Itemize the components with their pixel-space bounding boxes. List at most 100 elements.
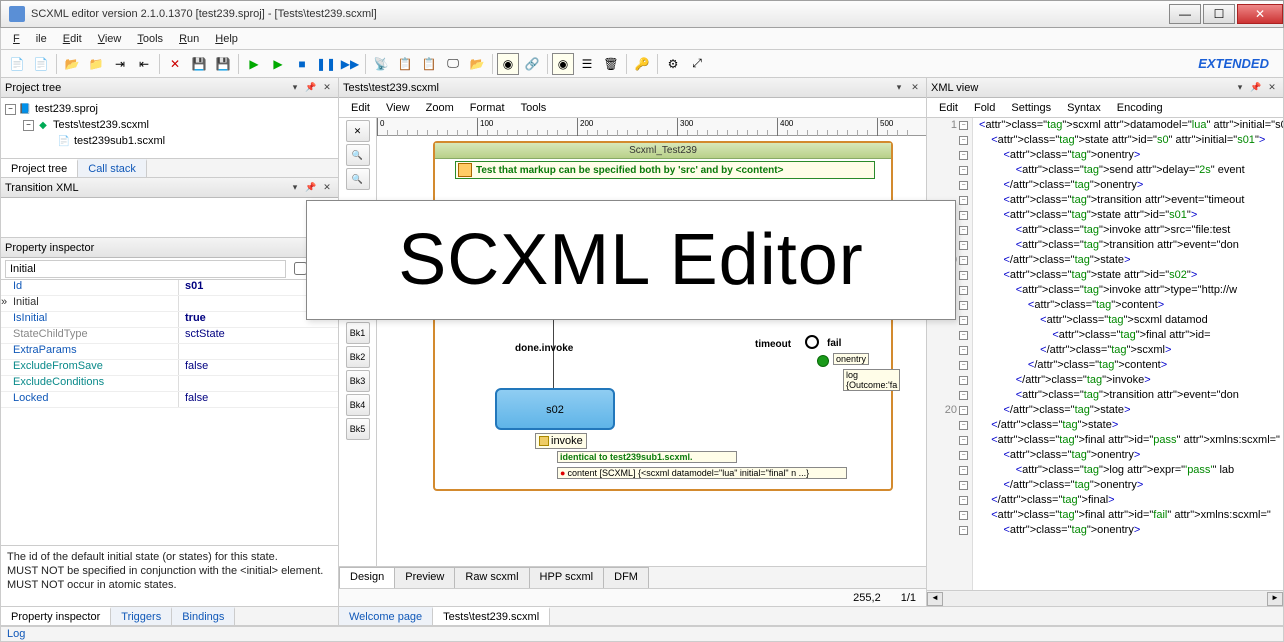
tab-preview[interactable]: Preview (394, 567, 455, 588)
prop-key-isinitial[interactable]: IsInitial (1, 312, 179, 327)
property-filter-input[interactable] (5, 260, 286, 278)
step-icon[interactable]: ▶▶ (339, 53, 361, 75)
test-description-note[interactable]: Test that markup can be specified both b… (455, 161, 875, 179)
paste-icon[interactable]: 📋 (418, 53, 440, 75)
dmenu-zoom[interactable]: Zoom (418, 100, 462, 116)
xml-code-body[interactable]: <attr">class="tag">scxml attr">datamodel… (973, 118, 1283, 590)
panel-close-icon[interactable]: ✕ (1265, 81, 1279, 95)
bookmark-3[interactable]: Bk3 (346, 370, 370, 392)
bookmark-1[interactable]: Bk1 (346, 322, 370, 344)
new-project-icon[interactable]: 📄 (6, 53, 28, 75)
prop-key-id[interactable]: Id (1, 280, 179, 295)
transition-xml-body[interactable] (1, 198, 338, 238)
scroll-right-icon[interactable]: ► (1267, 592, 1283, 606)
prop-val-extra[interactable] (179, 344, 338, 359)
filter-checkbox[interactable] (294, 262, 307, 275)
annot-identical[interactable]: identical to test239sub1.scxml. (557, 451, 737, 463)
menu-tools[interactable]: Tools (129, 31, 171, 47)
prop-key-locked[interactable]: Locked (1, 392, 179, 407)
panel-dropdown-icon[interactable]: ▾ (288, 181, 302, 195)
xmenu-fold[interactable]: Fold (966, 100, 1003, 116)
prop-key-initial[interactable]: Initial (1, 296, 179, 311)
tab-call-stack[interactable]: Call stack (78, 159, 147, 177)
prop-key-excond[interactable]: ExcludeConditions (1, 376, 179, 391)
tab-welcome[interactable]: Welcome page (339, 607, 433, 625)
export-icon[interactable]: ⇤ (133, 53, 155, 75)
close-x-icon[interactable]: ✕ (346, 120, 370, 142)
panel-dropdown-icon[interactable]: ▾ (892, 81, 906, 95)
xmenu-encoding[interactable]: Encoding (1109, 100, 1171, 116)
tree-item[interactable]: Tests\test239.scxml (53, 119, 149, 131)
prop-val-sct[interactable]: sctState (179, 328, 338, 343)
dmenu-edit[interactable]: Edit (343, 100, 378, 116)
tab-dfm[interactable]: DFM (603, 567, 649, 588)
state-s02[interactable]: s02 (495, 388, 615, 430)
menu-view[interactable]: View (90, 31, 130, 47)
maximize-button[interactable]: ☐ (1203, 4, 1235, 24)
panel-pin-icon[interactable]: 📌 (1249, 81, 1263, 95)
property-grid[interactable]: Ids01 Initial IsInitialtrue StateChildTy… (1, 280, 338, 546)
expand-icon[interactable]: ⤢ (686, 53, 708, 75)
prop-val-exsave[interactable]: false (179, 360, 338, 375)
prop-val-excond[interactable] (179, 376, 338, 391)
open-icon[interactable]: 📂 (61, 53, 83, 75)
antenna-icon[interactable]: 📡 (370, 53, 392, 75)
xmenu-settings[interactable]: Settings (1003, 100, 1059, 116)
project-tree[interactable]: −📘test239.sproj −◆Tests\test239.scxml 📄t… (1, 98, 338, 158)
panel-pin-icon[interactable]: 📌 (304, 81, 318, 95)
annot-onentry[interactable]: onentry (833, 353, 869, 365)
xml-editor[interactable]: 1−−−−−−−−−10−−−−−−−−−−20−−−−−−−−− <attr"… (927, 118, 1283, 590)
trash-icon[interactable]: 🗑 (600, 53, 622, 75)
tree-item[interactable]: test239sub1.scxml (74, 135, 165, 147)
search2-icon[interactable]: 🔍 (346, 168, 370, 190)
tab-property-inspector[interactable]: Property inspector (1, 607, 111, 625)
search-icon[interactable]: 🔍 (346, 144, 370, 166)
panel-close-icon[interactable]: ✕ (320, 181, 334, 195)
tree-root[interactable]: test239.sproj (35, 103, 98, 115)
pause-icon[interactable]: ❚❚ (315, 53, 337, 75)
menu-edit[interactable]: Edit (55, 31, 90, 47)
tab-current-file[interactable]: Tests\test239.scxml (433, 607, 550, 625)
fail-final-state[interactable] (805, 335, 819, 349)
xmenu-syntax[interactable]: Syntax (1059, 100, 1109, 116)
menu-help[interactable]: Help (207, 31, 246, 47)
tab-project-tree[interactable]: Project tree (1, 159, 78, 177)
tab-triggers[interactable]: Triggers (111, 607, 172, 625)
center-icon[interactable]: ◉ (497, 53, 519, 75)
import-icon[interactable]: ⇥ (109, 53, 131, 75)
prop-key-sct[interactable]: StateChildType (1, 328, 179, 343)
annot-log[interactable]: log {Outcome:'fa (843, 369, 900, 391)
panel-close-icon[interactable]: ✕ (908, 81, 922, 95)
dmenu-format[interactable]: Format (462, 100, 513, 116)
prop-val-locked[interactable]: false (179, 392, 338, 407)
prop-key-exsave[interactable]: ExcludeFromSave (1, 360, 179, 375)
run-icon[interactable]: ▶ (243, 53, 265, 75)
xml-hscroll[interactable]: ◄ ► (927, 590, 1283, 606)
log-tab[interactable]: Log (0, 626, 1284, 642)
bookmark-5[interactable]: Bk5 (346, 418, 370, 440)
prop-key-extra[interactable]: ExtraParams (1, 344, 179, 359)
stop-icon[interactable]: ■ (291, 53, 313, 75)
tune-icon[interactable]: ⚙ (662, 53, 684, 75)
dmenu-view[interactable]: View (378, 100, 418, 116)
tab-raw-scxml[interactable]: Raw scxml (454, 567, 529, 588)
minimize-button[interactable]: — (1169, 4, 1201, 24)
bookmark-4[interactable]: Bk4 (346, 394, 370, 416)
screen-icon[interactable]: 🖵 (442, 53, 464, 75)
menu-run[interactable]: Run (171, 31, 207, 47)
new-file-icon[interactable]: 📄 (30, 53, 52, 75)
save-icon[interactable]: 💾 (188, 53, 210, 75)
invoke-s02[interactable]: invoke (535, 433, 587, 449)
scroll-left-icon[interactable]: ◄ (927, 592, 943, 606)
center2-icon[interactable]: ◉ (552, 53, 574, 75)
xmenu-edit[interactable]: Edit (931, 100, 966, 116)
open-folder-icon[interactable]: 📁 (85, 53, 107, 75)
dmenu-tools[interactable]: Tools (513, 100, 555, 116)
close-button[interactable]: ✕ (1237, 4, 1283, 24)
run-debug-icon[interactable]: ▶ (267, 53, 289, 75)
stack-icon[interactable]: ☰ (576, 53, 598, 75)
folder-open-icon[interactable]: 📂 (466, 53, 488, 75)
tab-hpp-scxml[interactable]: HPP scxml (529, 567, 605, 588)
annot-content[interactable]: content [SCXML] {<scxml datamodel="lua" … (557, 467, 847, 479)
bookmark-2[interactable]: Bk2 (346, 346, 370, 368)
